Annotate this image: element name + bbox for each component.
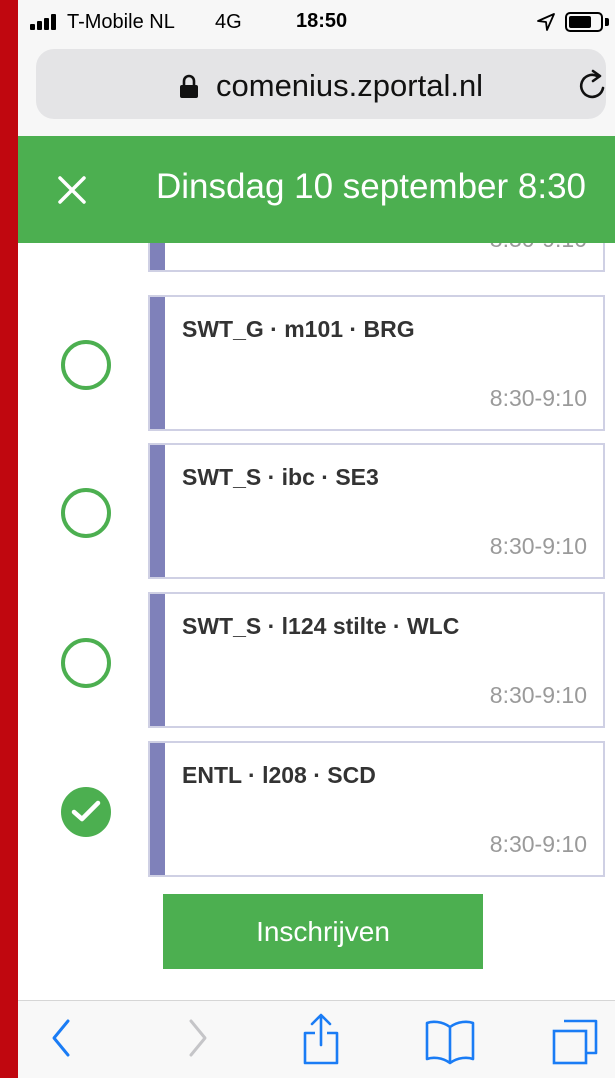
lesson-card[interactable]: ENTL · l208 · SCD 8:30-9:10 bbox=[148, 741, 605, 877]
card-stripe bbox=[150, 243, 165, 270]
card-stripe bbox=[150, 297, 165, 429]
share-icon[interactable] bbox=[301, 1011, 341, 1067]
select-radio[interactable] bbox=[61, 638, 111, 688]
select-radio[interactable] bbox=[61, 340, 111, 390]
card-time: 8:30-9:10 bbox=[489, 682, 587, 708]
card-time: 8:30-9:10 bbox=[490, 243, 587, 253]
phone-screen: T-Mobile NL 4G 18:50 comenius.zportal.nl bbox=[18, 0, 615, 1078]
address-bar[interactable]: comenius.zportal.nl bbox=[36, 49, 606, 119]
card-title: SWT_S · l124 stilte · WLC bbox=[182, 613, 460, 639]
battery-icon bbox=[565, 12, 603, 32]
url-text: comenius.zportal.nl bbox=[216, 68, 484, 103]
card-title: ENTL · l208 · SCD bbox=[182, 762, 376, 788]
back-icon[interactable] bbox=[46, 1015, 76, 1061]
card-title: SWT_G · m101 · BRG bbox=[182, 316, 415, 342]
page-title: Dinsdag 10 september 8:30 bbox=[156, 167, 586, 206]
status-time: 18:50 bbox=[296, 10, 348, 32]
browser-toolbar bbox=[18, 1000, 615, 1078]
signal-icon bbox=[30, 14, 64, 30]
page-header: Dinsdag 10 september 8:30 bbox=[18, 136, 615, 243]
lesson-card[interactable]: SWT_S · l124 stilte · WLC 8:30-9:10 bbox=[148, 592, 605, 728]
lesson-card[interactable]: SWT_G · m101 · BRG 8:30-9:10 bbox=[148, 295, 605, 431]
select-radio[interactable] bbox=[61, 488, 111, 538]
select-radio-checked[interactable] bbox=[61, 787, 111, 837]
card-stripe bbox=[150, 594, 165, 726]
submit-button[interactable]: Inschrijven bbox=[163, 894, 483, 969]
lesson-list: 8:30-9:10 SWT_G · m101 · BRG 8:30-9:10 S… bbox=[18, 243, 615, 1000]
card-time: 8:30-9:10 bbox=[489, 533, 587, 559]
card-stripe bbox=[150, 445, 165, 577]
card-time: 8:30-9:10 bbox=[489, 385, 587, 411]
card-stripe bbox=[150, 743, 165, 875]
close-icon[interactable] bbox=[48, 166, 96, 214]
lesson-card-partial[interactable]: 8:30-9:10 bbox=[148, 243, 605, 272]
checkmark-icon bbox=[71, 800, 101, 822]
carrier-name: T-Mobile NL bbox=[67, 11, 175, 33]
status-bar: T-Mobile NL 4G 18:50 bbox=[18, 0, 615, 44]
network-type: 4G bbox=[215, 11, 242, 33]
forward-icon[interactable] bbox=[183, 1015, 213, 1061]
card-title: SWT_S · ibc · SE3 bbox=[182, 464, 379, 490]
battery-cap bbox=[605, 18, 609, 26]
lock-icon bbox=[180, 74, 198, 98]
lesson-card[interactable]: SWT_S · ibc · SE3 8:30-9:10 bbox=[148, 443, 605, 579]
card-time: 8:30-9:10 bbox=[489, 831, 587, 857]
bookmarks-icon[interactable] bbox=[424, 1019, 476, 1065]
browser-address-area: comenius.zportal.nl bbox=[18, 44, 615, 136]
reload-icon[interactable] bbox=[576, 69, 610, 103]
location-icon bbox=[537, 13, 555, 31]
tabs-icon[interactable] bbox=[550, 1017, 600, 1067]
